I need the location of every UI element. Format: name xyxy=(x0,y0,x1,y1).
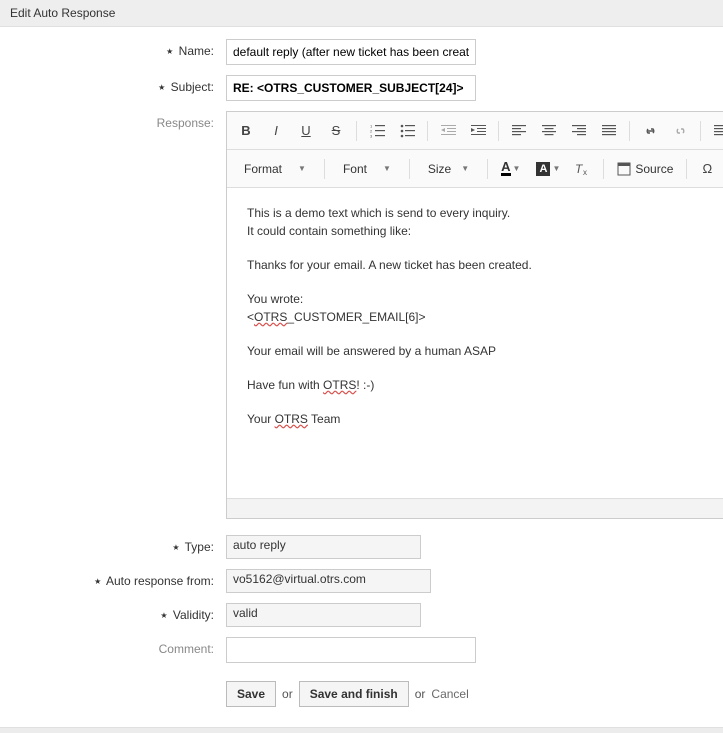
text-color-button[interactable]: A ▼ xyxy=(497,161,524,176)
unordered-list-button[interactable] xyxy=(396,120,418,142)
align-center-button[interactable] xyxy=(538,120,560,142)
or-text: or xyxy=(282,687,293,701)
outdent-button[interactable] xyxy=(437,120,459,142)
page-header: Edit Auto Response xyxy=(0,0,723,27)
unlink-button[interactable] xyxy=(669,120,691,142)
auto-response-from-label: ★ Auto response from: xyxy=(0,569,220,588)
required-star: ★ xyxy=(94,577,101,586)
page-title: Edit Auto Response xyxy=(10,6,115,20)
cancel-link[interactable]: Cancel xyxy=(431,687,468,701)
strike-button[interactable]: S xyxy=(325,120,347,142)
separator xyxy=(686,159,687,179)
caret-down-icon: ▼ xyxy=(383,164,391,173)
source-button[interactable]: Source xyxy=(613,162,677,176)
caret-down-icon: ▼ xyxy=(513,164,521,173)
comment-label: Comment: xyxy=(0,637,220,656)
editor-line: This is a demo text which is send to eve… xyxy=(247,204,723,222)
separator xyxy=(603,159,604,179)
required-star: ★ xyxy=(166,47,173,56)
svg-text:3: 3 xyxy=(370,133,373,138)
required-star: ★ xyxy=(172,543,179,552)
validity-select[interactable]: valid xyxy=(226,603,421,627)
clear-format-button[interactable]: Tx xyxy=(572,158,594,180)
bold-button[interactable]: B xyxy=(235,120,257,142)
separator xyxy=(487,159,488,179)
required-star: ★ xyxy=(160,611,167,620)
save-finish-button[interactable]: Save and finish xyxy=(299,681,409,707)
comment-input[interactable] xyxy=(226,637,476,663)
editor-line: You wrote: xyxy=(247,290,723,308)
separator xyxy=(498,121,499,141)
align-justify-button[interactable] xyxy=(598,120,620,142)
subject-label: ★ Subject: xyxy=(0,75,220,94)
indent-button[interactable] xyxy=(467,120,489,142)
ordered-list-button[interactable]: 123 xyxy=(366,120,388,142)
editor-line: Your email will be answered by a human A… xyxy=(247,342,723,360)
editor-toolbar-2: Format ▼ Font ▼ Size ▼ A xyxy=(227,150,723,188)
or-text: or xyxy=(415,687,426,701)
caret-down-icon: ▼ xyxy=(298,164,306,173)
editor-footer xyxy=(227,498,723,518)
svg-text:x: x xyxy=(583,168,587,176)
underline-button[interactable]: U xyxy=(295,120,317,142)
remove-format-button[interactable] xyxy=(710,120,723,142)
caret-down-icon: ▼ xyxy=(552,164,560,173)
editor-line: Have fun with OTRS! :-) xyxy=(247,376,723,394)
link-button[interactable] xyxy=(639,120,661,142)
size-select[interactable]: Size ▼ xyxy=(419,156,478,182)
editor-line: <OTRS_CUSTOMER_EMAIL[6]> xyxy=(247,308,723,326)
subject-input[interactable] xyxy=(226,75,476,101)
separator xyxy=(629,121,630,141)
editor-toolbar-1: B I U S 123 xyxy=(227,112,723,150)
bg-color-button[interactable]: A ▼ xyxy=(532,162,564,176)
align-left-button[interactable] xyxy=(508,120,530,142)
response-editor: B I U S 123 xyxy=(226,111,723,519)
validity-label: ★ Validity: xyxy=(0,603,220,622)
name-input[interactable] xyxy=(226,39,476,65)
font-select[interactable]: Font ▼ xyxy=(334,156,400,182)
form-area: ★ Name: ★ Subject: Response: B I U S xyxy=(0,27,723,719)
editor-line: Your OTRS Team xyxy=(247,410,723,428)
separator xyxy=(324,159,325,179)
caret-down-icon: ▼ xyxy=(461,164,469,173)
editor-body[interactable]: This is a demo text which is send to eve… xyxy=(227,188,723,498)
response-label: Response: xyxy=(0,111,220,130)
source-icon xyxy=(617,162,631,176)
name-label: ★ Name: xyxy=(0,39,220,58)
separator xyxy=(409,159,410,179)
italic-button[interactable]: I xyxy=(265,120,287,142)
omega-button[interactable]: Ω xyxy=(696,158,718,180)
horizontal-scrollbar[interactable] xyxy=(0,727,723,733)
separator xyxy=(700,121,701,141)
action-row: Save or Save and finish or Cancel xyxy=(0,673,723,707)
editor-line: It could contain something like: xyxy=(247,222,723,240)
separator xyxy=(427,121,428,141)
auto-response-from-select[interactable]: vo5162@virtual.otrs.com xyxy=(226,569,431,593)
editor-line: Thanks for your email. A new ticket has … xyxy=(247,256,723,274)
required-star: ★ xyxy=(158,83,165,92)
format-select[interactable]: Format ▼ xyxy=(235,156,315,182)
type-select[interactable]: auto reply xyxy=(226,535,421,559)
separator xyxy=(356,121,357,141)
save-button[interactable]: Save xyxy=(226,681,276,707)
type-label: ★ Type: xyxy=(0,535,220,554)
align-right-button[interactable] xyxy=(568,120,590,142)
